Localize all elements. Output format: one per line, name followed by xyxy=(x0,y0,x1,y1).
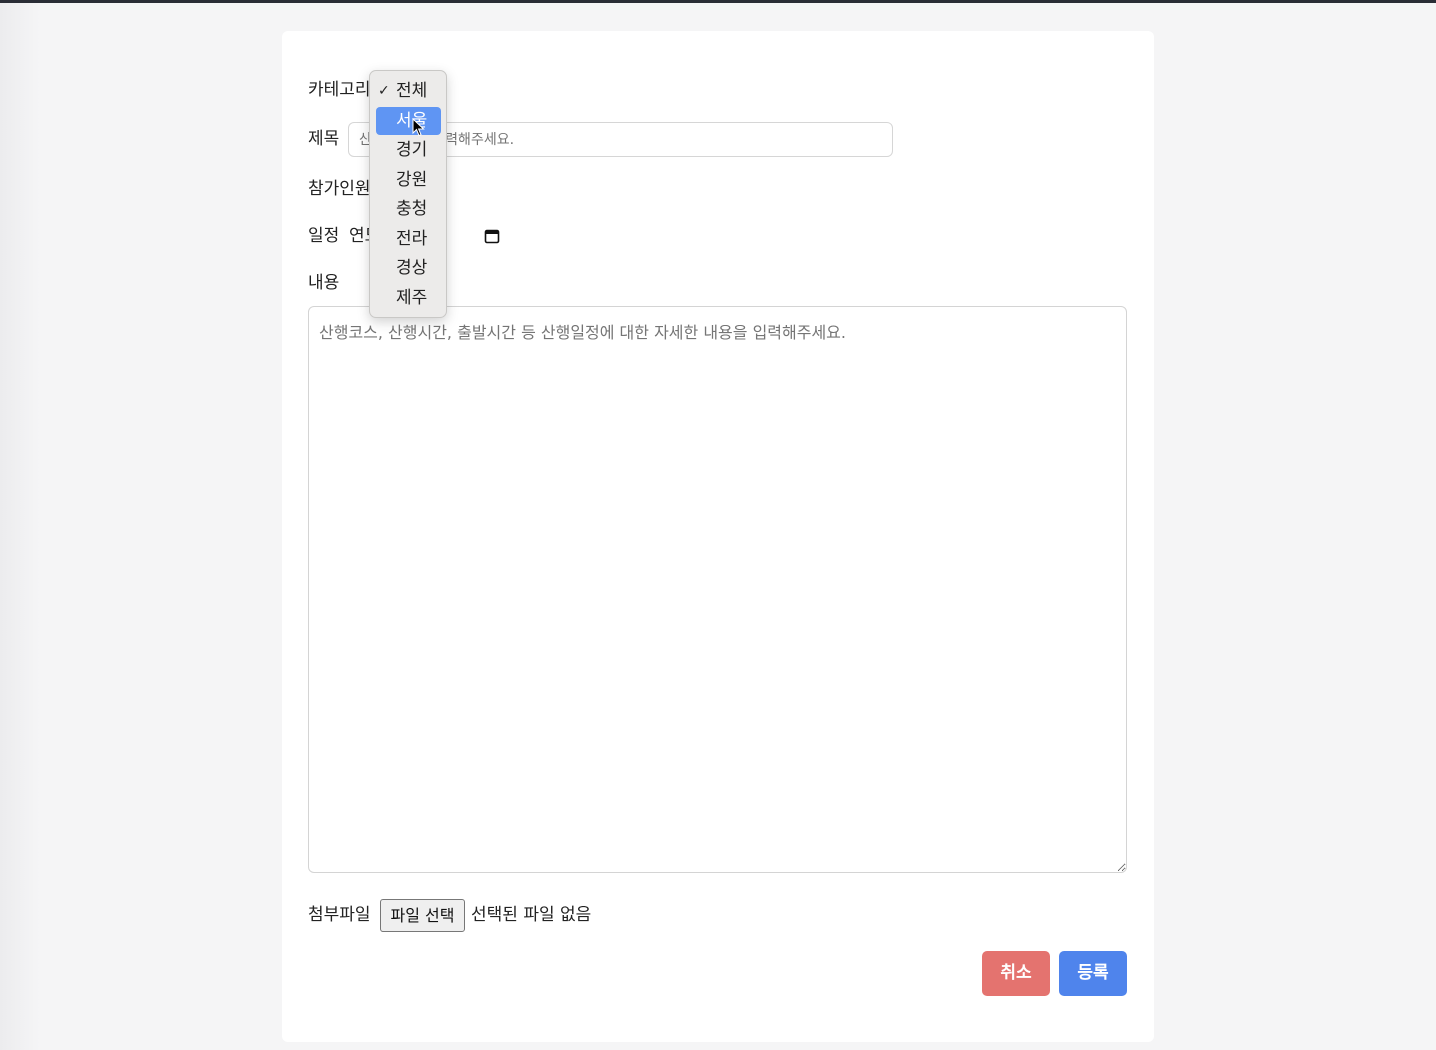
option-label: 경기 xyxy=(396,140,428,160)
option-label: 강원 xyxy=(396,170,428,190)
option-label: 전체 xyxy=(396,81,428,101)
submit-button[interactable]: 등록 xyxy=(1059,951,1127,996)
participants-label: 참가인원 xyxy=(308,179,371,199)
category-option-jeolla[interactable]: 전라 xyxy=(376,225,441,253)
attachment-label: 첨부파일 xyxy=(308,905,371,925)
page-left-shade xyxy=(0,3,40,1050)
category-option-gyeonggi[interactable]: 경기 xyxy=(376,136,441,164)
option-label: 제주 xyxy=(396,288,428,308)
schedule-label: 일정 xyxy=(308,226,340,246)
title-label: 제목 xyxy=(308,129,340,149)
option-label: 전라 xyxy=(396,229,428,249)
content-textarea[interactable] xyxy=(308,306,1127,873)
category-dropdown-menu: ✓ 전체 서울 경기 강원 충청 전라 경상 제주 xyxy=(369,70,447,318)
category-option-gangwon[interactable]: 강원 xyxy=(376,166,441,194)
check-icon: ✓ xyxy=(378,83,390,99)
calendar-icon[interactable] xyxy=(484,228,500,244)
mouse-cursor-icon xyxy=(412,118,425,137)
category-option-gyeongsang[interactable]: 경상 xyxy=(376,254,441,282)
category-option-seoul[interactable]: 서울 xyxy=(376,107,441,135)
content-label: 내용 xyxy=(308,273,340,293)
category-option-chungcheong[interactable]: 충청 xyxy=(376,195,441,223)
file-status-text: 선택된 파일 없음 xyxy=(471,905,592,925)
option-label: 경상 xyxy=(396,258,428,278)
option-label: 충청 xyxy=(396,199,428,219)
choose-file-button[interactable]: 파일 선택 xyxy=(380,899,465,932)
category-option-all[interactable]: ✓ 전체 xyxy=(376,77,441,105)
category-option-jeju[interactable]: 제주 xyxy=(376,284,441,312)
window-top-bar xyxy=(0,0,1436,3)
category-label: 카테고리 xyxy=(308,80,371,100)
cancel-button[interactable]: 취소 xyxy=(982,951,1050,996)
